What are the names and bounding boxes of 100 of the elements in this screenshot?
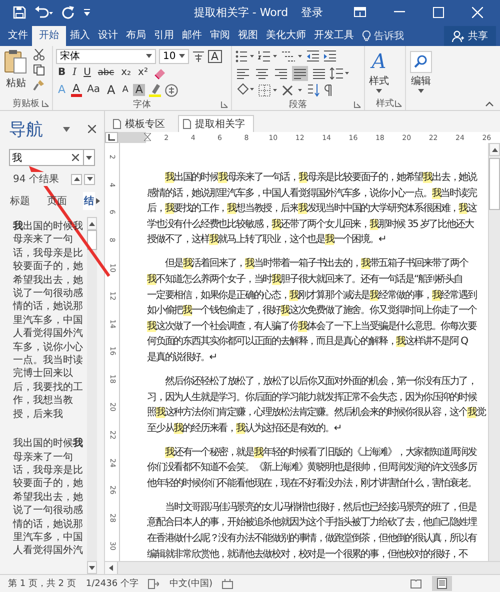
ribbon-tab[interactable]: 插入 bbox=[66, 26, 94, 46]
previous-result-button[interactable] bbox=[71, 174, 82, 184]
person-icon bbox=[452, 30, 464, 42]
clear-icon[interactable] bbox=[72, 154, 79, 161]
ribbon-tab[interactable]: 审阅 bbox=[206, 26, 234, 46]
word-count[interactable]: 1/2436 个字 bbox=[86, 577, 138, 590]
customize-icon[interactable] bbox=[83, 8, 91, 16]
ribbon-tab[interactable]: 开始 bbox=[32, 26, 66, 46]
maximize-icon[interactable] bbox=[433, 6, 444, 18]
format-button[interactable]: x₂ bbox=[119, 66, 134, 80]
format-button[interactable]: I bbox=[70, 66, 79, 80]
scroll-bar[interactable] bbox=[488, 143, 500, 561]
decrease-indent-icon[interactable] bbox=[306, 50, 320, 62]
tell-me-button[interactable]: 告诉我 bbox=[358, 26, 408, 46]
scroll-bar[interactable] bbox=[105, 561, 500, 574]
scroll-bar[interactable] bbox=[87, 217, 97, 574]
paintbrush-icon[interactable] bbox=[33, 79, 45, 91]
ribbon-tab[interactable]: 引用 bbox=[150, 26, 178, 46]
indent-marker[interactable] bbox=[144, 133, 152, 141]
bullet-list-icon[interactable] bbox=[235, 50, 255, 62]
redo-icon[interactable] bbox=[62, 6, 75, 18]
search-result[interactable]: 我出国的时候我母亲来了一句话，我母亲是比较要面子的，她希望我出去，她说了一句很动感情的话，她说那里汽车多，中国人看觉得国外汽 bbox=[13, 437, 85, 558]
document-tab[interactable]: 提取相关字 bbox=[178, 115, 254, 132]
caret-icon bbox=[418, 89, 424, 93]
text-line: 但是我活着回来了，我当时带着一箱子书出去的，我带五箱子书回来带了两个 bbox=[164, 256, 468, 272]
copy-icon[interactable] bbox=[33, 64, 45, 76]
styles-button[interactable]: A 样式 bbox=[368, 48, 390, 94]
ribbon-display-icon[interactable] bbox=[354, 7, 366, 17]
language-indicator[interactable]: 中文(中国) bbox=[169, 577, 212, 590]
numbered-list-icon[interactable] bbox=[258, 50, 278, 62]
tab-selector[interactable] bbox=[105, 132, 118, 143]
text-line: 编辑就非常欣赏他，就请他去做校对，校对是一个很累的事，但他校对的很好，不 bbox=[147, 548, 468, 561]
launcher-icon[interactable] bbox=[42, 100, 49, 107]
font-button[interactable]: A bbox=[120, 83, 130, 97]
dropdown-icon[interactable] bbox=[63, 126, 70, 132]
search-options-button[interactable] bbox=[84, 149, 95, 166]
circled-character-icon[interactable] bbox=[164, 84, 178, 96]
undo-icon[interactable] bbox=[34, 6, 54, 18]
editing-button[interactable]: 编辑 bbox=[409, 50, 433, 94]
ribbon-tab[interactable]: 邮件 bbox=[178, 26, 206, 46]
highlighter-icon[interactable] bbox=[148, 83, 162, 97]
text-line: 意配合日本人的事，开始被追杀他就因为这个手指头被丁力给砍了去，他自己隐姓埋 bbox=[147, 516, 476, 530]
font-button[interactable]: A bbox=[133, 84, 145, 96]
minimize-icon[interactable] bbox=[394, 11, 405, 13]
page-count[interactable]: 第 1 页，共 2 页 bbox=[8, 577, 76, 590]
format-button[interactable]: abc bbox=[96, 66, 116, 80]
phonetic-guide-icon[interactable] bbox=[192, 49, 205, 63]
align-button[interactable] bbox=[292, 66, 308, 80]
text-line: 照我这种方法你们肯定赚，心理放松法肯定赚。然后机会来的时候你很从容，这个我觉 bbox=[147, 406, 486, 420]
caret-icon[interactable] bbox=[179, 54, 185, 58]
ribbon-tab[interactable]: 设计 bbox=[94, 26, 122, 46]
font-button[interactable]: A bbox=[70, 83, 82, 97]
eraser-icon[interactable] bbox=[152, 66, 167, 80]
font-name-field[interactable]: 宋体 bbox=[56, 48, 156, 64]
ribbon-tab[interactable]: 文件 bbox=[4, 26, 32, 46]
macro-icon[interactable] bbox=[222, 578, 234, 588]
format-button[interactable]: B bbox=[56, 66, 68, 80]
line-spacing-icon[interactable] bbox=[330, 66, 350, 80]
next-result-button[interactable] bbox=[84, 174, 95, 184]
increase-indent-icon[interactable] bbox=[323, 50, 337, 62]
format-button[interactable]: U bbox=[82, 66, 93, 80]
launcher-icon[interactable] bbox=[354, 101, 361, 108]
border-icon[interactable] bbox=[258, 84, 278, 96]
text-line: 至少从我的经历来看，我认为这招还是有效的。↵ bbox=[147, 422, 342, 436]
ribbon-tab[interactable]: 美化大师 bbox=[262, 26, 310, 46]
document-icon bbox=[113, 118, 121, 128]
document-tab[interactable]: 模板专区 bbox=[108, 115, 174, 132]
scissors-icon[interactable] bbox=[33, 49, 45, 61]
launcher-icon[interactable] bbox=[395, 100, 402, 107]
group-label: 段落 bbox=[289, 98, 307, 111]
share-button[interactable]: 共享 bbox=[444, 26, 496, 46]
pane-tab[interactable]: 结 bbox=[83, 192, 95, 210]
font-button[interactable]: A bbox=[105, 83, 118, 97]
multilevel-list-icon[interactable] bbox=[281, 50, 303, 62]
sign-in-link[interactable]: 登录 bbox=[301, 4, 323, 20]
save-icon[interactable] bbox=[13, 6, 26, 18]
paste-button[interactable]: 粘贴 bbox=[3, 48, 29, 91]
tab-stop-icon bbox=[108, 134, 116, 141]
pane-tab[interactable]: 标题 bbox=[9, 192, 31, 210]
ribbon-tab[interactable]: 布局 bbox=[122, 26, 150, 46]
text-line: 学也没有什么经费也比较敏感，我还带了两个女儿回来，我那时候 35 岁了比他还大 bbox=[147, 218, 474, 232]
read-mode-icon[interactable] bbox=[410, 578, 422, 588]
close-icon[interactable] bbox=[88, 125, 96, 133]
ribbon-tab[interactable]: 开发工具 bbox=[310, 26, 358, 46]
launcher-icon[interactable] bbox=[221, 101, 228, 108]
search-field[interactable]: 我 bbox=[9, 149, 84, 166]
text-line: 授做不了，这样我就马上转了职业，这个也是我一个困境。↵ bbox=[147, 232, 386, 248]
font-size-field[interactable]: 10 bbox=[159, 48, 189, 64]
character-border-button[interactable]: A bbox=[208, 50, 222, 62]
collapse-ribbon-icon[interactable] bbox=[485, 101, 494, 107]
text-line: 感情的话，她说那里汽车多，中国人看觉得国外汽车多，说你小心一点。我当时读完 bbox=[147, 186, 476, 201]
format-button[interactable]: x² bbox=[136, 66, 150, 80]
more-tabs-icon[interactable] bbox=[96, 198, 100, 204]
ribbon-tab[interactable]: 视图 bbox=[234, 26, 262, 46]
proofing-icon[interactable] bbox=[148, 578, 160, 588]
print-layout-button[interactable] bbox=[432, 576, 452, 591]
sort-icon[interactable] bbox=[306, 83, 320, 97]
font-button[interactable]: Aa bbox=[85, 83, 102, 97]
caret-icon bbox=[376, 89, 382, 93]
caret-icon[interactable] bbox=[146, 54, 152, 58]
